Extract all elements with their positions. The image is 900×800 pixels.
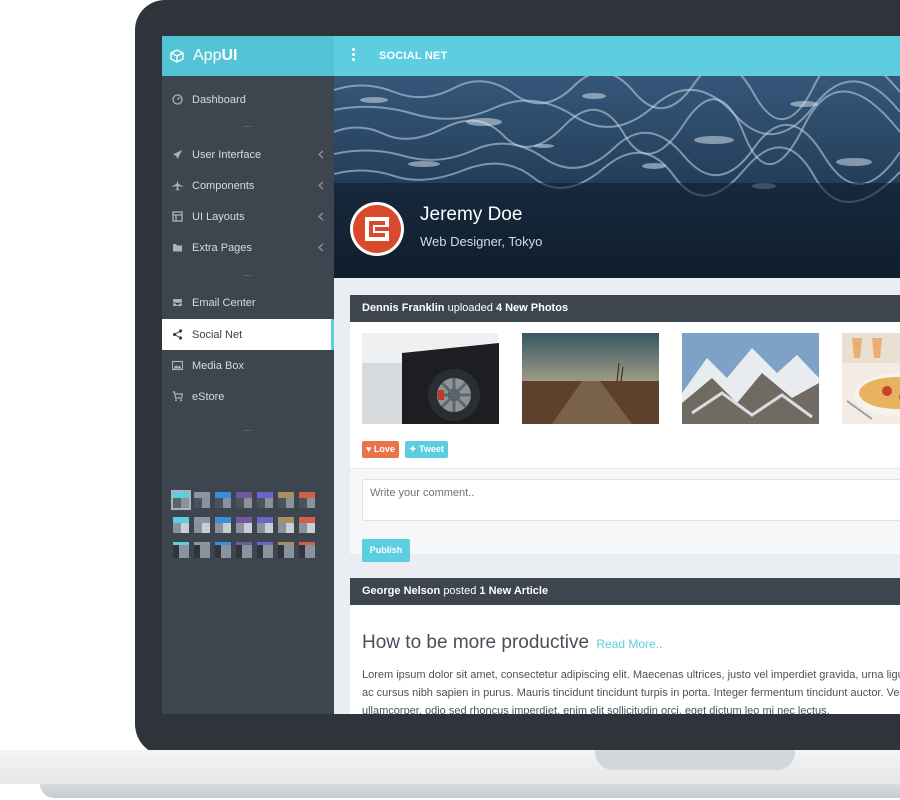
sidebar-item-media-box[interactable]: Media Box	[162, 350, 334, 381]
publish-button[interactable]: Publish	[362, 539, 410, 562]
brand-prefix: App	[193, 47, 222, 64]
sidebar-item-ui-layouts[interactable]: UI Layouts	[162, 201, 334, 232]
sidebar-item-label: Social Net	[192, 328, 243, 341]
post-object[interactable]: 4 New Photos	[496, 302, 568, 314]
sidebar-item-label: Email Center	[192, 296, 256, 309]
theme-swatch[interactable]	[257, 517, 273, 533]
love-label: Love	[373, 444, 395, 454]
post-author[interactable]: Dennis Franklin	[362, 302, 445, 314]
sidebar-item-social-net[interactable]: Social Net	[162, 319, 334, 350]
sidebar-item-label: Extra Pages	[192, 241, 252, 254]
theme-swatch[interactable]	[194, 492, 210, 508]
article-title: How to be more productive	[362, 632, 590, 653]
photo-post-card: Dennis Franklin uploaded 4 New Photos ♥ …	[350, 295, 900, 562]
brand-suffix: UI	[221, 47, 238, 64]
theme-swatch[interactable]	[236, 542, 252, 558]
theme-swatch[interactable]	[171, 490, 191, 510]
read-more-link[interactable]: Read More..	[596, 637, 662, 651]
photo-thumbnail[interactable]	[682, 333, 819, 424]
post-header: Dennis Franklin uploaded 4 New Photos	[350, 295, 900, 322]
dashboard-icon	[172, 94, 183, 105]
love-button[interactable]: ♥ Love	[362, 441, 399, 458]
post-author[interactable]: George Nelson	[362, 585, 440, 597]
profile-name: Jeremy Doe	[420, 204, 523, 225]
sidebar: Dashboard User Interface Components UI L…	[162, 76, 334, 714]
sidebar-item-label: User Interface	[192, 148, 262, 161]
brand-logo[interactable]: App UI	[162, 36, 334, 76]
sidebar-item-label: Media Box	[192, 359, 244, 372]
folder-icon	[172, 242, 183, 253]
chevron-left-icon	[318, 243, 324, 252]
comment-area: Write your comment.. Publish	[350, 468, 900, 562]
sidebar-item-dashboard[interactable]: Dashboard	[162, 84, 334, 115]
sidebar-item-label: Components	[192, 179, 255, 192]
theme-swatch[interactable]	[173, 517, 189, 533]
photo-thumbnail[interactable]	[842, 333, 900, 424]
theme-swatch[interactable]	[278, 542, 294, 558]
article-post-card: George Nelson posted 1 New Article How t…	[350, 578, 900, 714]
theme-swatch[interactable]	[278, 492, 294, 508]
article-line: Lorem ipsum dolor sit amet, consectetur …	[362, 669, 900, 681]
photo-thumbnail[interactable]	[522, 333, 659, 424]
photo-thumbnail[interactable]	[362, 333, 499, 424]
theme-swatch[interactable]	[194, 517, 210, 533]
layout-icon	[172, 211, 183, 222]
post-action: posted	[443, 585, 477, 597]
theme-swatch[interactable]	[236, 517, 252, 533]
theme-swatch[interactable]	[215, 542, 231, 558]
cover-overlay	[334, 183, 900, 278]
theme-swatch[interactable]	[236, 492, 252, 508]
article-line: ullamcorper, odio sed rhoncus imperdiet,…	[362, 705, 830, 714]
chevron-left-icon	[318, 181, 324, 190]
nav-divider	[244, 430, 252, 432]
sidebar-item-extra-pages[interactable]: Extra Pages	[162, 232, 334, 263]
tweet-button[interactable]: ✦ Tweet	[405, 441, 448, 458]
theme-swatch[interactable]	[299, 492, 315, 508]
sidebar-item-email-center[interactable]: Email Center	[162, 287, 334, 318]
sidebar-item-label: UI Layouts	[192, 210, 245, 223]
nav-divider	[244, 275, 252, 277]
post-action: uploaded	[447, 302, 493, 314]
post-header: George Nelson posted 1 New Article	[350, 578, 900, 605]
article-body: Lorem ipsum dolor sit amet, consectetur …	[362, 666, 900, 714]
theme-swatch[interactable]	[215, 517, 231, 533]
more-vertical-icon[interactable]	[350, 48, 356, 64]
profile-cover: Jeremy Doe Web Designer, Tokyo	[334, 76, 900, 278]
avatar[interactable]	[350, 202, 404, 256]
post-object[interactable]: 1 New Article	[479, 585, 548, 597]
top-header: App UI SOCIAL NET	[162, 36, 900, 76]
profile-role: Web Designer, Tokyo	[420, 234, 543, 249]
inbox-icon	[172, 297, 183, 308]
cube-icon	[170, 49, 184, 63]
rocket-icon	[172, 149, 183, 160]
nav-divider	[244, 126, 252, 128]
article-line: ac cursus nibh sapien in purus. Mauris t…	[362, 687, 900, 699]
theme-swatch[interactable]	[215, 492, 231, 508]
theme-swatch[interactable]	[173, 542, 189, 558]
tweet-label: Tweet	[419, 444, 444, 454]
avatar-logo-icon	[353, 205, 401, 253]
sidebar-item-label: Dashboard	[192, 93, 246, 106]
theme-swatch[interactable]	[299, 542, 315, 558]
sidebar-item-user-interface[interactable]: User Interface	[162, 139, 334, 170]
chevron-left-icon	[318, 212, 324, 221]
theme-swatch[interactable]	[299, 517, 315, 533]
article-heading: How to be more productive Read More..	[362, 632, 662, 654]
chevron-left-icon	[318, 150, 324, 159]
sidebar-item-estore[interactable]: eStore	[162, 381, 334, 412]
page-title: SOCIAL NET	[379, 50, 448, 62]
theme-swatch[interactable]	[194, 542, 210, 558]
share-icon	[172, 329, 183, 340]
comment-input[interactable]: Write your comment..	[362, 479, 900, 521]
theme-swatch[interactable]	[278, 517, 294, 533]
image-icon	[172, 360, 183, 371]
sidebar-item-label: eStore	[192, 390, 225, 403]
laptop-base	[0, 740, 900, 800]
app-screen: App UI SOCIAL NET Dashboard User Interfac…	[162, 36, 900, 714]
airplane-icon	[172, 180, 183, 191]
sidebar-item-components[interactable]: Components	[162, 170, 334, 201]
cart-icon	[172, 391, 183, 402]
theme-swatch[interactable]	[257, 492, 273, 508]
theme-swatch[interactable]	[257, 542, 273, 558]
